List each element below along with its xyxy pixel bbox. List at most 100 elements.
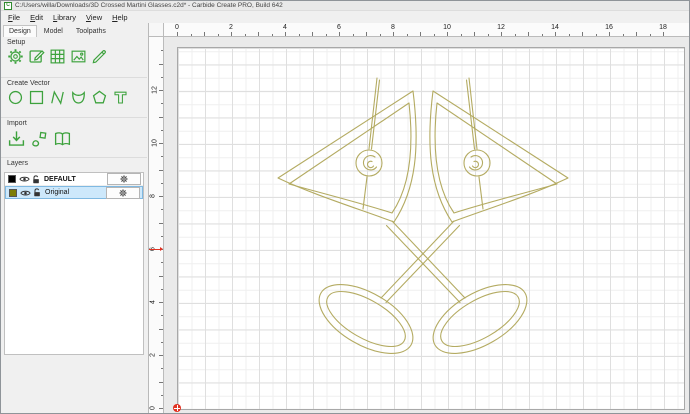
ruler-tick — [161, 156, 164, 157]
layers-list[interactable]: DEFAULT Original — [4, 172, 144, 355]
import-file-icon[interactable] — [7, 129, 26, 148]
ruler-tick — [161, 50, 164, 51]
layer-row-default[interactable]: DEFAULT — [5, 173, 143, 186]
ruler-y-label: 4 — [149, 300, 156, 304]
ruler-tick — [447, 32, 448, 36]
ruler-tick — [515, 34, 516, 37]
ruler-tick — [204, 32, 205, 36]
polyline-icon[interactable] — [49, 89, 66, 106]
ruler-tick — [161, 315, 164, 316]
ruler-tick — [272, 34, 273, 37]
circle-icon[interactable] — [7, 89, 24, 106]
ruler-tick — [663, 32, 664, 36]
ruler-tick — [159, 64, 163, 65]
gear-icon[interactable] — [7, 48, 24, 65]
ruler-corner — [149, 23, 164, 37]
create-vector-section: Create Vector — [1, 77, 147, 117]
polygon-icon[interactable] — [91, 89, 108, 106]
curve-icon[interactable] — [70, 89, 87, 106]
design-canvas-area: 024681012141618 024681012 — [149, 23, 689, 413]
layer-visibility-eye-icon[interactable] — [19, 175, 30, 183]
grid-icon[interactable] — [49, 48, 66, 65]
ruler-tick — [245, 34, 246, 37]
layers-section: Layers DEFAULT Original — [1, 157, 147, 413]
import-section-label: Import — [7, 120, 147, 127]
tab-design[interactable]: Design — [3, 25, 37, 37]
layer-name: Original — [45, 189, 69, 196]
layer-lock-icon[interactable] — [32, 175, 41, 184]
layer-lock-icon[interactable] — [33, 188, 42, 197]
ruler-tick — [159, 170, 163, 171]
cursor-position-marker — [149, 247, 163, 251]
ruler-tick — [161, 77, 164, 78]
setup-section-label: Setup — [7, 39, 147, 46]
window-title: C:/Users/willa/Downloads/3D Crossed Mart… — [15, 2, 283, 9]
layer-row-original[interactable]: Original — [5, 186, 143, 199]
measure-icon[interactable] — [91, 48, 108, 65]
layer-color-swatch[interactable] — [8, 175, 16, 183]
panel-tabs: DesignModelToolpaths — [1, 23, 148, 37]
origin-marker — [173, 404, 181, 412]
layers-section-label: Layers — [7, 160, 147, 167]
ruler-tick — [161, 289, 164, 290]
ruler-tick — [596, 34, 597, 37]
ruler-tick — [161, 103, 164, 104]
ruler-x-label: 2 — [229, 24, 233, 31]
ruler-tick — [159, 355, 163, 356]
menu-file[interactable]: File — [3, 13, 25, 22]
design-sidebar: DesignModelToolpaths Setup Create Vector… — [1, 23, 149, 413]
tab-model[interactable]: Model — [38, 25, 69, 37]
menu-edit[interactable]: Edit — [25, 13, 48, 22]
menu-bar: FileEditLibraryViewHelp — [1, 11, 689, 23]
ruler-tick — [528, 32, 529, 36]
text-icon[interactable] — [112, 89, 129, 106]
ruler-tick — [569, 34, 570, 37]
setup-section: Setup — [1, 37, 147, 77]
ruler-y-label: 10 — [151, 139, 158, 147]
rectangle-icon[interactable] — [28, 89, 45, 106]
menu-help[interactable]: Help — [107, 13, 132, 22]
ruler-x-label: 6 — [337, 24, 341, 31]
ruler-tick — [161, 183, 164, 184]
drawing-surface[interactable] — [164, 37, 689, 413]
ruler-tick — [159, 302, 163, 303]
ruler-x-label: 0 — [175, 24, 179, 31]
tab-toolpaths[interactable]: Toolpaths — [70, 25, 112, 37]
title-bar: C C:/Users/willa/Downloads/3D Crossed Ma… — [1, 1, 689, 11]
layer-color-swatch[interactable] — [9, 189, 17, 197]
ruler-tick — [191, 34, 192, 37]
application-window: C C:/Users/willa/Downloads/3D Crossed Ma… — [0, 0, 690, 414]
layer-name: DEFAULT — [44, 176, 76, 183]
ruler-tick — [161, 236, 164, 237]
stock-grid[interactable] — [177, 47, 685, 410]
import-icon-row — [7, 129, 147, 148]
ruler-tick — [366, 32, 367, 36]
ruler-tick — [609, 32, 610, 36]
trace-image-icon[interactable] — [30, 129, 49, 148]
background-image-icon[interactable] — [70, 48, 87, 65]
horizontal-ruler: 024681012141618 — [164, 23, 689, 37]
layer-visibility-eye-icon[interactable] — [20, 189, 31, 197]
ruler-tick — [159, 117, 163, 118]
ruler-tick — [650, 34, 651, 37]
menu-view[interactable]: View — [81, 13, 107, 22]
ruler-x-label: 4 — [283, 24, 287, 31]
ruler-tick — [159, 329, 163, 330]
ruler-x-label: 10 — [443, 24, 451, 31]
ruler-tick — [582, 32, 583, 36]
ruler-tick — [474, 32, 475, 36]
ruler-tick — [177, 32, 178, 36]
ruler-tick — [555, 32, 556, 36]
ruler-x-label: 14 — [551, 24, 559, 31]
job-setup-icon[interactable] — [28, 48, 45, 65]
ruler-tick — [312, 32, 313, 36]
ruler-x-label: 12 — [497, 24, 505, 31]
menu-library[interactable]: Library — [48, 13, 81, 22]
setup-icon-row — [7, 48, 147, 65]
layer-settings-gear-button[interactable] — [106, 187, 140, 199]
ruler-tick — [461, 34, 462, 37]
layer-settings-gear-button[interactable] — [107, 173, 141, 185]
library-book-icon[interactable] — [53, 129, 72, 148]
ruler-tick — [159, 276, 163, 277]
ruler-tick — [159, 90, 163, 91]
